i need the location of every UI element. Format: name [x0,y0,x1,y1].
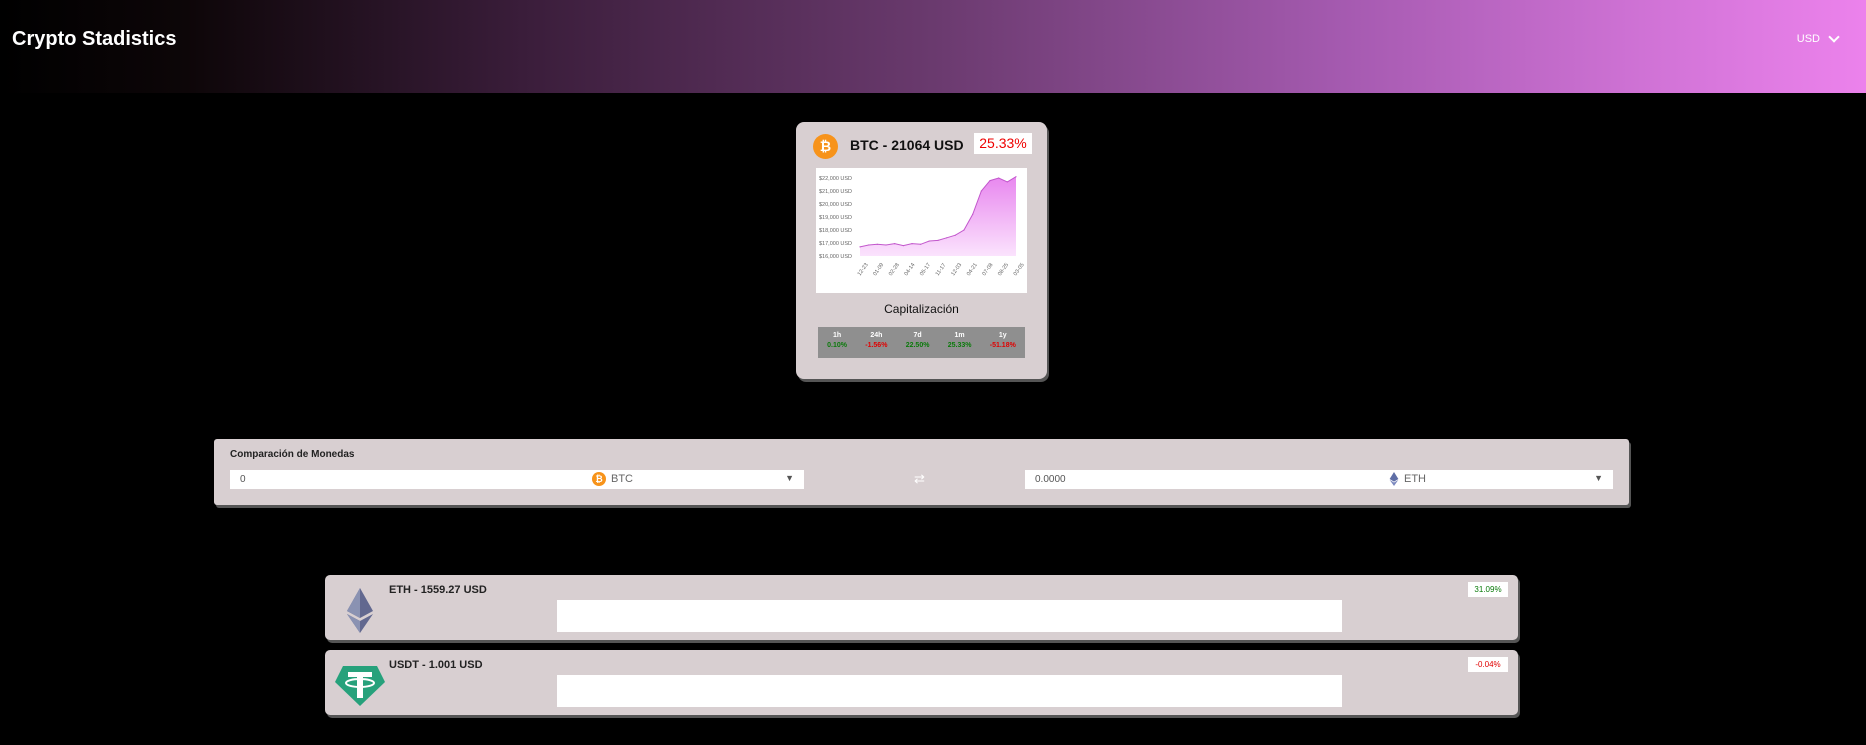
stat-value: 22.50% [905,342,930,349]
from-coin-label: BTC [611,473,633,485]
data-point [980,190,982,192]
stat-label: 1m [954,332,965,339]
y-tick-label: $20,000 USD [819,202,852,208]
btc-change-badge: 25.33% [974,133,1032,154]
currency-select[interactable]: USD [1796,31,1840,45]
from-coin-select[interactable]: ₿ BTC [592,472,633,486]
app-header: Crypto Stadistics USD [0,0,1866,93]
data-point [902,245,904,247]
ethereum-icon [347,588,373,633]
coin-sparkline [557,675,1342,707]
stat-label: 24h [870,332,883,339]
chart-svg: $22,000 USD $21,000 USD $20,000 USD $19,000… [819,176,1026,278]
stat-24h: 24h -1.56% [865,331,887,358]
stat-label: 1y [998,332,1007,339]
y-tick-label: $17,000 USD [819,241,852,247]
x-tick-label: 02-28 [888,262,901,277]
data-point [868,244,870,246]
y-tick-label: $18,000 USD [819,228,852,234]
currency-select-value: USD [1796,33,1820,45]
stat-7d: 7d 22.50% [906,331,930,358]
coin-row-title: USDT - 1.001 USD [389,659,483,671]
coin-change-badge: 31.09% [1468,582,1508,597]
coin-comparison-panel: Comparación de Monedas 0 ₿ BTC ▼ ⇄ 0.000… [214,439,1629,505]
coin-row-eth[interactable]: ETH - 1559.27 USD 31.09% [325,575,1518,640]
stat-value: -1.56% [865,342,888,349]
y-tick-label: $22,000 USD [819,176,852,182]
data-point [946,237,948,239]
coin-row-usdt[interactable]: USDT - 1.001 USD -0.04% [325,650,1518,715]
data-point [928,240,930,242]
chevron-down-icon [1828,31,1840,43]
stat-value: -51.18% [989,342,1016,349]
tether-icon [335,666,385,706]
x-tick-label: 12-23 [857,262,870,277]
coin-row-title: ETH - 1559.27 USD [389,584,487,596]
bitcoin-icon: ₿ [813,134,838,159]
data-point [989,180,991,182]
x-tick-label: 11-17 [935,263,948,278]
x-tick-label: 03-05 [1013,262,1026,277]
stat-value: 25.33% [947,342,972,349]
data-point [1006,181,1008,183]
data-point [998,177,1000,179]
to-coin-label: ETH [1404,473,1426,485]
stat-label: 1h [832,332,842,339]
x-tick-label: 08-25 [997,262,1010,277]
stat-value: 0.10% [827,342,847,349]
change-stats: 1h 0.10% 24h -1.56% 7d 22.50% 1m 25.33% … [818,327,1025,358]
comparison-title: Comparación de Monedas [230,449,355,460]
stat-label: 7d [913,332,922,339]
x-tick-label: 12-03 [950,262,963,277]
app-title: Crypto Stadistics [12,28,177,50]
x-tick-label: 05-17 [919,262,932,277]
data-point [1015,176,1017,178]
capitalization-heading: Capitalización [884,302,959,316]
btc-card: ₿ BTC - 21064 USD 25.33% $22,000 USD $21,… [796,122,1047,379]
stat-1y: 1y -51.18% [990,331,1016,358]
data-point [911,243,913,245]
coin-change-badge: -0.04% [1468,657,1508,672]
from-amount-input[interactable]: 0 [240,474,246,485]
from-coin-field[interactable]: 0 ₿ BTC ▼ [230,470,804,489]
data-point [894,243,896,245]
data-point [937,239,939,241]
data-point [954,234,956,236]
data-point [876,243,878,245]
data-point [859,246,861,248]
swap-icon[interactable]: ⇄ [914,471,925,487]
x-tick-label: 07-08 [982,262,995,277]
dropdown-arrow-icon[interactable]: ▼ [785,473,794,483]
data-point [920,243,922,245]
to-amount-input[interactable]: 0.0000 [1035,474,1066,485]
to-coin-field[interactable]: 0.0000 ETH ▼ [1025,470,1613,489]
y-tick-label: $16,000 USD [819,254,852,260]
ethereum-icon [1389,472,1399,486]
btc-price-chart: $22,000 USD $21,000 USD $20,000 USD $19,000… [816,168,1027,293]
coin-sparkline [557,600,1342,632]
stat-1h: 1h 0.10% [827,331,847,358]
x-tick-label: 01-09 [872,262,885,277]
x-tick-label: 04-14 [904,262,917,277]
to-coin-select[interactable]: ETH [1389,472,1426,486]
x-tick-label: 04-21 [966,262,979,277]
bitcoin-icon: ₿ [592,472,606,486]
price-area [860,176,1016,256]
stat-1m: 1m 25.33% [948,331,972,358]
data-point [972,213,974,215]
y-tick-label: $19,000 USD [819,215,852,221]
dropdown-arrow-icon[interactable]: ▼ [1594,473,1603,483]
btc-card-title: BTC - 21064 USD [850,137,964,153]
data-point [963,229,965,231]
data-point [885,244,887,246]
y-tick-label: $21,000 USD [819,189,852,195]
